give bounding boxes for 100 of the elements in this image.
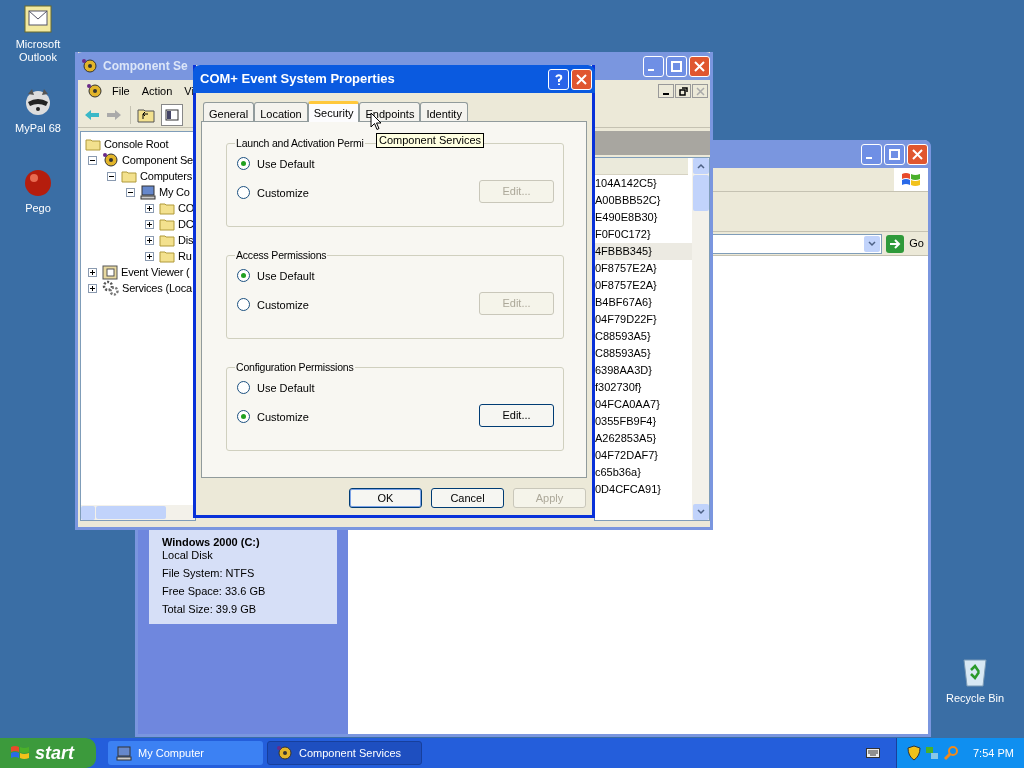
tab[interactable]: Location (254, 102, 308, 121)
list-row[interactable]: f302730f} (595, 379, 692, 396)
radio-label: Use Default (257, 156, 315, 172)
list-row[interactable]: 0355FB9F4} (595, 413, 692, 430)
plus-icon (89, 284, 96, 292)
start-button[interactable]: start (0, 738, 96, 768)
radio-button[interactable] (237, 381, 250, 395)
go-button[interactable]: Go (886, 234, 924, 253)
group-title: Configuration Permissions (235, 360, 355, 375)
windows-flag-icon (901, 170, 921, 189)
collapse-toggle[interactable] (88, 155, 97, 165)
collapse-toggle[interactable] (126, 187, 135, 197)
list-row[interactable]: 0F8757E2A} (595, 260, 692, 277)
list-row[interactable]: 6398AA3D} (595, 362, 692, 379)
tab[interactable]: Identity (420, 102, 468, 121)
gear-ball-icon (276, 745, 293, 761)
help-button[interactable] (548, 68, 569, 90)
gear-ball-icon (102, 152, 119, 168)
dialog-button[interactable]: Cancel (431, 488, 504, 508)
list-row[interactable]: E490E8B30} (595, 209, 692, 226)
menu-item[interactable]: File (112, 82, 130, 100)
computer-icon (140, 184, 156, 200)
expand-toggle[interactable] (145, 219, 154, 229)
taskbar-button[interactable]: Component Services (267, 741, 422, 765)
drive-title: Windows 2000 (C:) (162, 536, 261, 549)
list-row[interactable]: 04FCA0AA7} (595, 396, 692, 413)
maximize-button[interactable] (884, 143, 905, 165)
edit-button[interactable]: Edit... (479, 403, 554, 427)
minimize-button[interactable] (658, 84, 674, 98)
tree-item[interactable]: Services (Loca (122, 279, 192, 297)
folder-icon (159, 233, 175, 247)
list-row[interactable]: 0D4CFCA91} (595, 481, 692, 498)
radio-label: Customize (257, 297, 309, 313)
restore-button[interactable] (675, 84, 691, 98)
plus-icon (89, 268, 96, 276)
chevron-down-icon[interactable] (696, 509, 705, 515)
radio-button[interactable] (237, 157, 250, 171)
show-tree-button[interactable] (161, 103, 183, 126)
tab[interactable]: Security (307, 101, 360, 122)
list-row[interactable]: B4BF67A6} (595, 294, 692, 311)
radio-button[interactable] (237, 186, 250, 200)
list-row[interactable]: 4FBBB345} (595, 243, 692, 260)
dropdown-button[interactable] (864, 235, 881, 252)
list-row[interactable]: F0F0C172} (595, 226, 692, 243)
dialog-title: COM+ Event System Properties (200, 70, 395, 89)
expand-toggle[interactable] (145, 251, 154, 261)
list-row[interactable]: A00BBB52C} (595, 192, 692, 209)
radio-label: Use Default (257, 268, 315, 284)
list-row[interactable]: A262853A5} (595, 430, 692, 447)
tree-item[interactable]: Ru (178, 247, 192, 265)
tree-item[interactable]: Event Viewer ( (121, 263, 190, 281)
tree-item[interactable]: Console Root (104, 135, 169, 153)
radio-button[interactable] (237, 410, 250, 424)
radio-label: Customize (257, 409, 309, 425)
list-row[interactable]: 04F72DAF7} (595, 447, 692, 464)
minimize-icon (866, 157, 872, 159)
expand-toggle[interactable] (145, 203, 154, 213)
computer-icon (116, 745, 132, 761)
tree-item[interactable]: My Co (159, 183, 190, 201)
collapse-toggle[interactable] (107, 171, 116, 181)
tree-item[interactable]: Component Se (122, 151, 193, 169)
maximize-icon (888, 147, 901, 161)
vertical-scrollbar[interactable] (692, 158, 709, 520)
radio-label: Customize (257, 185, 309, 201)
list-row[interactable]: 0F8757E2A} (595, 277, 692, 294)
chevron-up-icon[interactable] (696, 163, 705, 169)
dialog-button[interactable]: OK (349, 488, 422, 508)
tree-item[interactable]: Dis (178, 231, 194, 249)
menu-item[interactable]: Vi (184, 82, 194, 100)
tree-item[interactable]: DC (178, 215, 194, 233)
drive-detail: Free Space: 33.6 GB (162, 585, 267, 598)
tree-item[interactable]: Computers (140, 167, 192, 185)
expand-toggle[interactable] (88, 267, 97, 277)
desktop-icon-label[interactable]: Pego (25, 202, 51, 215)
keyboard-icon[interactable] (866, 748, 880, 758)
desktop-icon-label[interactable]: Recycle Bin (945, 692, 1005, 705)
radio-label: Use Default (257, 380, 315, 396)
shield-icon[interactable] (907, 745, 921, 761)
expand-toggle[interactable] (88, 283, 97, 293)
list-row[interactable]: C88593A5} (595, 345, 692, 362)
desktop-icon-label[interactable]: Microsoft Outlook (8, 38, 68, 64)
radio-button[interactable] (237, 269, 250, 283)
list-row[interactable]: 104A142C5} (595, 175, 692, 192)
list-row[interactable]: 04F79D22F} (595, 311, 692, 328)
taskbar-button[interactable]: My Computer (108, 741, 263, 765)
tab[interactable]: Endpoints (359, 102, 421, 121)
close-icon (693, 59, 706, 73)
maximize-button[interactable] (666, 55, 687, 77)
tab[interactable]: General (203, 102, 255, 121)
desktop-icon-label[interactable]: MyPal 68 (15, 122, 61, 135)
list-row[interactable]: C88593A5} (595, 328, 692, 345)
menu-item[interactable]: Action (141, 82, 173, 100)
radio-button[interactable] (237, 298, 250, 312)
scrollbar-thumb[interactable] (692, 175, 709, 211)
close-icon (575, 72, 588, 86)
list-row[interactable]: c65b36a} (595, 464, 692, 481)
expand-toggle[interactable] (145, 235, 154, 245)
horizontal-scrollbar[interactable] (81, 505, 195, 520)
mail-app-icon (23, 4, 53, 34)
up-folder-icon[interactable] (137, 106, 155, 123)
